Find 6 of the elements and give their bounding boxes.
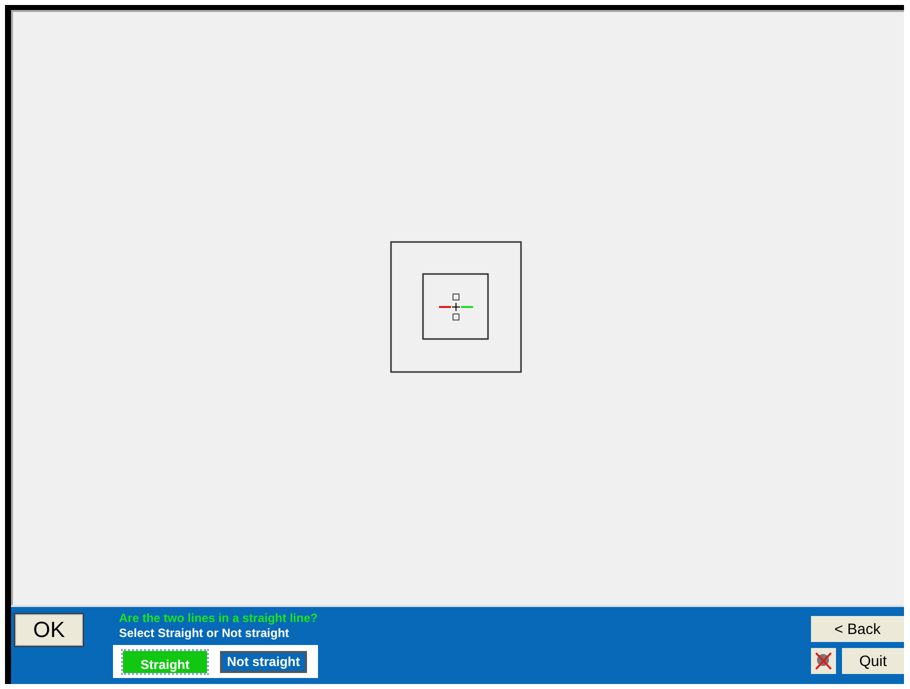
question-text: Are the two lines in a straight line?	[119, 611, 318, 626]
instruction-text: Select Straight or Not straight	[119, 626, 290, 641]
ok-button[interactable]: OK	[14, 613, 84, 647]
quit-button[interactable]: Quit	[842, 648, 904, 674]
back-button[interactable]: < Back	[811, 616, 904, 642]
answer-option[interactable]: Not straight	[220, 650, 307, 672]
